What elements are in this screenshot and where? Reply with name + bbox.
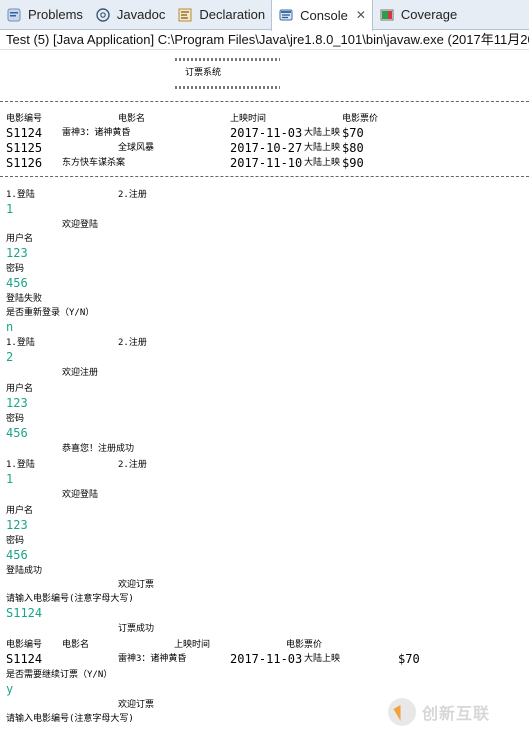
tab-declaration[interactable]: Declaration <box>171 0 271 30</box>
view-tab-bar: Problems Javadoc Declaration Console ✕ C… <box>0 0 529 31</box>
movie-date-suffix: 大陆上映 <box>304 143 341 153</box>
user-input: 123 <box>6 246 28 260</box>
tab-javadoc[interactable]: Javadoc <box>89 0 171 30</box>
label-username: 用户名 <box>6 234 34 244</box>
movie-date-suffix: 大陆上映 <box>304 158 341 168</box>
tab-problems[interactable]: Problems <box>0 0 89 30</box>
movie-date-suffix: 大陆上映 <box>304 128 341 138</box>
menu-register: 2.注册 <box>118 460 147 470</box>
label-username: 用户名 <box>6 506 34 516</box>
tab-label: Problems <box>28 7 83 22</box>
movie-id: S1126 <box>6 156 43 170</box>
header-release-date: 上映时间 <box>230 114 267 124</box>
login-fail: 登陆失败 <box>6 294 43 304</box>
separator-line <box>0 101 529 103</box>
header-movie-id: 电影编号 <box>6 640 43 650</box>
watermark-logo-icon <box>388 698 416 726</box>
problems-icon <box>6 7 22 23</box>
menu-login: 1.登陆 <box>6 460 35 470</box>
console-output[interactable]: 订票系统 电影编号 电影名 上映时间 电影票价 S1124 雷神3：诸神黄昏 2… <box>0 50 529 740</box>
close-icon[interactable]: ✕ <box>356 8 366 22</box>
relogin-prompt: 是否重新登录（Y/N） <box>6 308 95 318</box>
header-release-date: 上映时间 <box>174 640 211 650</box>
user-input: 123 <box>6 518 28 532</box>
movie-name: 雷神3：诸神黄昏 <box>62 128 131 138</box>
booked-movie-id: S1124 <box>6 652 43 666</box>
booked-movie-name: 雷神3：诸神黄昏 <box>118 654 187 664</box>
movie-id: S1124 <box>6 126 43 140</box>
welcome-booking: 欢迎订票 <box>118 700 155 710</box>
continue-prompt: 是否需要继续订票（Y/N） <box>6 670 113 680</box>
header-movie-name: 电影名 <box>62 640 90 650</box>
movie-id: S1125 <box>6 141 43 155</box>
user-input: 1 <box>6 472 14 486</box>
menu-register: 2.注册 <box>118 338 147 348</box>
console-title: 订票系统 <box>185 68 222 78</box>
label-password: 密码 <box>6 264 25 274</box>
user-input: 1 <box>6 202 14 216</box>
user-input: 123 <box>6 396 28 410</box>
separator-line <box>0 176 529 178</box>
user-input: 2 <box>6 350 14 364</box>
declaration-icon <box>177 7 193 23</box>
register-success: 恭喜您！注册成功 <box>62 444 135 454</box>
prompt-movie-id: 请输入电影编号(注意字母大写) <box>6 594 134 604</box>
user-input: 456 <box>6 548 28 562</box>
booking-success: 订票成功 <box>118 624 155 634</box>
user-input: 456 <box>6 276 28 290</box>
label-password: 密码 <box>6 536 25 546</box>
coverage-icon <box>379 7 395 23</box>
movie-date: 2017-10-27 <box>230 141 303 155</box>
login-success: 登陆成功 <box>6 566 43 576</box>
tab-coverage[interactable]: Coverage <box>373 0 463 30</box>
watermark: 创新互联 <box>388 692 523 732</box>
title-decoration-line <box>175 86 280 89</box>
user-input: S1124 <box>6 606 43 620</box>
header-movie-id: 电影编号 <box>6 114 43 124</box>
menu-register: 2.注册 <box>118 190 147 200</box>
tab-label: Javadoc <box>116 7 166 22</box>
movie-price: $70 <box>342 126 364 140</box>
booked-movie-date-suffix: 大陆上映 <box>304 654 341 664</box>
label-username: 用户名 <box>6 384 34 394</box>
menu-login: 1.登陆 <box>6 338 35 348</box>
welcome-login: 欢迎登陆 <box>62 490 99 500</box>
header-movie-name: 电影名 <box>118 114 146 124</box>
booked-movie-price: $70 <box>398 652 420 666</box>
tab-console[interactable]: Console ✕ <box>271 0 373 31</box>
movie-price: $90 <box>342 156 364 170</box>
welcome-register: 欢迎注册 <box>62 368 99 378</box>
at-icon <box>95 7 111 23</box>
user-input: 456 <box>6 426 28 440</box>
title-decoration-line <box>175 58 280 61</box>
movie-name: 全球风暴 <box>118 143 155 153</box>
watermark-text: 创新互联 <box>422 704 491 723</box>
console-status-line: Test (5) [Java Application] C:\Program F… <box>0 30 529 50</box>
label-password: 密码 <box>6 414 25 424</box>
welcome-login: 欢迎登陆 <box>62 220 99 230</box>
header-price: 电影票价 <box>286 640 323 650</box>
user-input: y <box>6 682 14 696</box>
movie-name: 东方快车谋杀案 <box>62 158 126 168</box>
movie-date: 2017-11-03 <box>230 126 303 140</box>
console-icon <box>278 7 294 23</box>
movie-date: 2017-11-10 <box>230 156 303 170</box>
menu-login: 1.登陆 <box>6 190 35 200</box>
prompt-movie-id: 请输入电影编号(注意字母大写) <box>6 714 134 724</box>
movie-price: $80 <box>342 141 364 155</box>
header-price: 电影票价 <box>342 114 379 124</box>
tab-label: Console <box>300 7 348 23</box>
user-input: n <box>6 320 14 334</box>
welcome-booking: 欢迎订票 <box>118 580 155 590</box>
tab-label: Coverage <box>400 7 458 22</box>
booked-movie-date: 2017-11-03 <box>230 652 303 666</box>
tab-label: Declaration <box>199 7 266 22</box>
